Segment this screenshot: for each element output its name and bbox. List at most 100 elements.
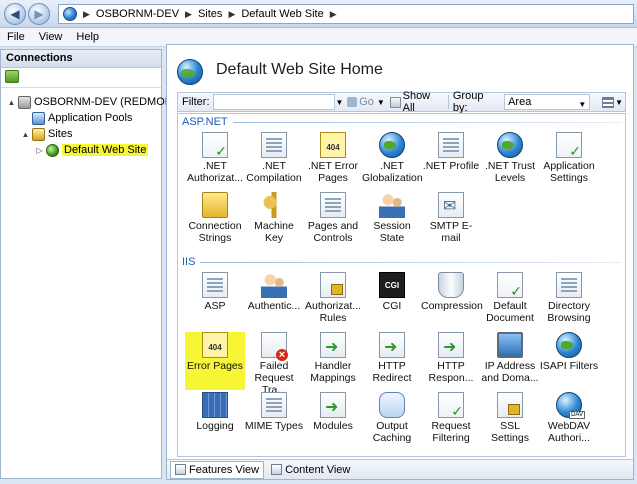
- feature-tile[interactable]: Handler Mappings: [303, 332, 363, 390]
- tab-content-view[interactable]: Content View: [267, 461, 354, 479]
- tree-item-label: OSBORNM-DEV (REDMOND\: [34, 96, 184, 108]
- breadcrumb-item-server[interactable]: OSBORNM-DEV: [92, 8, 183, 20]
- menu-help[interactable]: Help: [69, 31, 106, 43]
- feature-tile[interactable]: WebDAV Authori...: [539, 392, 599, 450]
- net-authorization-icon: [202, 132, 228, 160]
- feature-tile[interactable]: Modules: [303, 392, 363, 450]
- feature-tile[interactable]: .NET Error Pages: [303, 132, 363, 190]
- view-mode-icon[interactable]: [602, 96, 615, 108]
- breadcrumb-separator-icon[interactable]: ▶: [81, 9, 92, 20]
- view-mode-dropdown-icon[interactable]: ▼: [615, 98, 623, 107]
- feature-tile[interactable]: .NET Profile: [421, 132, 481, 190]
- feature-tile[interactable]: Output Caching: [362, 392, 422, 450]
- logging-icon: [202, 392, 228, 418]
- net-compilation-icon: [261, 132, 287, 158]
- feature-tile-label: .NET Compilation: [246, 160, 302, 184]
- filter-input[interactable]: [212, 94, 335, 110]
- feature-tile[interactable]: Request Filtering: [421, 392, 481, 450]
- breadcrumb-item-sites[interactable]: Sites: [194, 8, 226, 20]
- feature-tile[interactable]: Directory Browsing: [539, 272, 599, 330]
- show-all-button[interactable]: Show All: [403, 90, 444, 114]
- feature-tile-label: ASP: [204, 300, 226, 312]
- feature-tile[interactable]: Logging: [185, 392, 245, 450]
- feature-tile-label: Error Pages: [186, 360, 244, 372]
- tab-features-view[interactable]: Features View: [170, 460, 265, 479]
- breadcrumb-separator-icon[interactable]: ▶: [183, 9, 194, 20]
- feature-tile[interactable]: Application Settings: [539, 132, 599, 190]
- menu-file[interactable]: File: [0, 31, 32, 43]
- connections-title: Connections: [1, 50, 161, 68]
- feature-tile[interactable]: Error Pages: [185, 332, 245, 390]
- net-error-pages-icon: [320, 132, 346, 158]
- go-button[interactable]: Go: [359, 96, 376, 108]
- feature-tile[interactable]: Authorizat... Rules: [303, 272, 363, 330]
- feature-tile[interactable]: Compression: [421, 272, 483, 330]
- smtp-email-icon: [438, 192, 464, 218]
- tree-item-label: Default Web Site: [62, 144, 149, 156]
- filter-dropdown-icon[interactable]: ▼: [336, 98, 344, 107]
- feature-tile-label: Failed Request Tra...: [254, 360, 294, 396]
- breadcrumb[interactable]: ▶ OSBORNM-DEV ▶ Sites ▶ Default Web Site…: [58, 4, 634, 24]
- feature-tile[interactable]: Failed Request Tra...: [244, 332, 304, 396]
- globe-icon: [63, 7, 77, 21]
- main-panel: Default Web Site Home Filter: ▼ Go ▼ Sho…: [166, 44, 634, 480]
- feature-tile-label: Session State: [373, 220, 411, 244]
- feature-tile[interactable]: SMTP E-mail: [421, 192, 481, 250]
- feature-tile[interactable]: .NET Authorizat...: [185, 132, 245, 190]
- website-globe-icon: [177, 59, 203, 85]
- connection-strings-icon: [202, 192, 228, 218]
- tree-item[interactable]: ▲ Sites: [21, 126, 72, 142]
- page-title: Default Web Site Home: [216, 61, 383, 78]
- feature-tile-label: Compression: [421, 300, 483, 312]
- feature-tile-label: HTTP Respon...: [428, 360, 474, 384]
- tree-item[interactable]: Application Pools: [21, 110, 132, 126]
- feature-tile-label: MIME Types: [244, 420, 304, 432]
- feature-tile[interactable]: ASP: [185, 272, 245, 330]
- feature-tile[interactable]: ISAPI Filters: [539, 332, 599, 390]
- tree-item[interactable]: ▷ Default Web Site: [35, 142, 149, 158]
- go-dropdown-icon[interactable]: ▼: [377, 98, 385, 107]
- breadcrumb-separator-icon[interactable]: ▶: [226, 9, 237, 20]
- cgi-icon: [379, 272, 405, 298]
- feature-tile[interactable]: CGI: [362, 272, 422, 330]
- feature-tile[interactable]: Connection Strings: [185, 192, 245, 250]
- net-profile-icon: [438, 132, 464, 158]
- create-connection-icon[interactable]: [5, 70, 19, 83]
- feature-tile[interactable]: .NET Globalization: [362, 132, 423, 190]
- feature-tile[interactable]: HTTP Respon...: [421, 332, 481, 390]
- view-tabs: Features View Content View: [167, 459, 633, 479]
- feature-tile[interactable]: Session State: [362, 192, 422, 250]
- go-icon: [347, 97, 358, 107]
- compression-icon: [438, 272, 464, 298]
- breadcrumb-separator-icon[interactable]: ▶: [328, 9, 339, 20]
- tree-item[interactable]: ▲ OSBORNM-DEV (REDMOND\: [7, 94, 184, 110]
- tree-expander-icon[interactable]: ▲: [7, 98, 16, 107]
- tree-expander-icon[interactable]: ▲: [21, 130, 30, 139]
- back-arrow-icon[interactable]: ◀: [4, 3, 26, 25]
- filter-label: Filter:: [182, 96, 210, 108]
- feature-tile-label: Connection Strings: [188, 220, 242, 244]
- group-by-label: Group by:: [452, 90, 484, 114]
- forward-arrow-icon[interactable]: ▶: [28, 3, 50, 25]
- feature-tile[interactable]: Default Document: [480, 272, 540, 330]
- group-header-label: ASP.NET: [182, 116, 228, 128]
- group-by-select[interactable]: Area ▼: [504, 94, 591, 110]
- feature-tile-label: Logging: [196, 420, 234, 432]
- feature-tile[interactable]: IP Address and Doma...: [480, 332, 540, 390]
- menu-view[interactable]: View: [32, 31, 70, 43]
- feature-tile[interactable]: .NET Compilation: [244, 132, 304, 190]
- feature-tile-label: SSL Settings: [491, 420, 529, 444]
- feature-tile[interactable]: Authentic...: [244, 272, 304, 330]
- tree-item-label: Sites: [48, 128, 73, 140]
- session-state-icon: [379, 192, 405, 218]
- feature-tile[interactable]: HTTP Redirect: [362, 332, 422, 390]
- feature-tile-label: .NET Profile: [422, 160, 480, 172]
- feature-tile[interactable]: MIME Types: [244, 392, 304, 450]
- breadcrumb-item-site[interactable]: Default Web Site: [237, 8, 327, 20]
- feature-tile[interactable]: Pages and Controls: [303, 192, 363, 250]
- tree-expander-icon[interactable]: ▷: [35, 146, 44, 155]
- feature-tile[interactable]: .NET Trust Levels: [480, 132, 540, 190]
- feature-tile[interactable]: Machine Key: [244, 192, 304, 250]
- feature-tile[interactable]: SSL Settings: [480, 392, 540, 450]
- feature-tile-label: Default Document: [486, 300, 534, 324]
